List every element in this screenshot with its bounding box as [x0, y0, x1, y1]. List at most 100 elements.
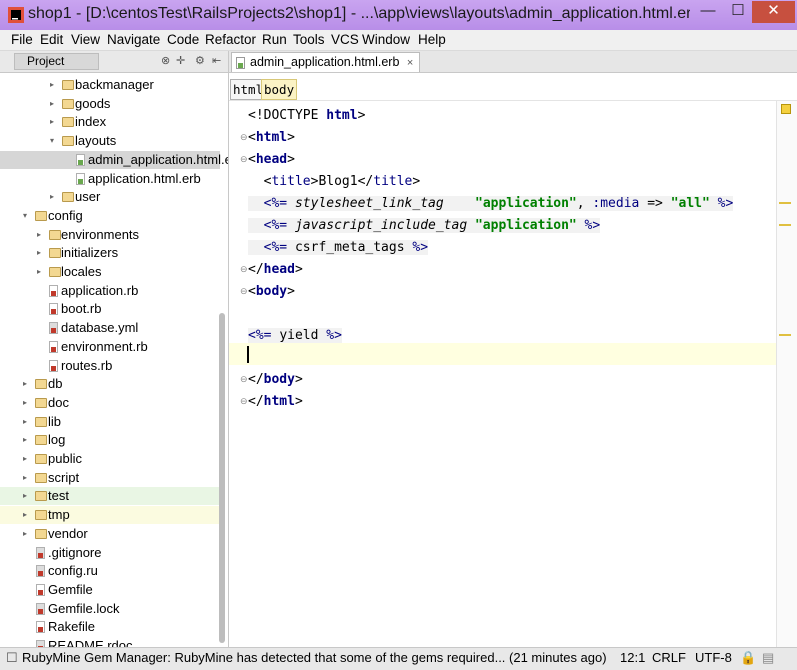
code-editor[interactable]: <!DOCTYPE html> <html> <head> <title>Blog1…: [229, 101, 776, 647]
code-line[interactable]: </html>: [248, 391, 303, 413]
code-line[interactable]: <%= javascript_include_tag "application"…: [248, 215, 601, 237]
status-message[interactable]: RubyMine Gem Manager: RubyMine has detec…: [22, 650, 612, 665]
close-button[interactable]: ✕: [752, 1, 795, 23]
collapsed-arrow-icon[interactable]: ▸: [23, 450, 33, 468]
collapsed-arrow-icon[interactable]: ▸: [50, 76, 60, 94]
collapsed-arrow-icon[interactable]: ▸: [50, 113, 60, 131]
tree-item[interactable]: ▸ tmp: [0, 506, 220, 525]
tree-item[interactable]: config.ru: [0, 562, 220, 580]
event-log-icon[interactable]: ▤: [762, 650, 774, 666]
tree-item[interactable]: ▸ script: [0, 469, 220, 487]
collapsed-arrow-icon[interactable]: ▸: [23, 525, 33, 543]
gear-icon[interactable]: ⚙: [195, 54, 205, 67]
tree-item[interactable]: Gemfile.lock: [0, 600, 220, 618]
tree-item[interactable]: ▸ backmanager: [0, 76, 220, 94]
menu-window[interactable]: Window: [362, 32, 410, 47]
fold-marker-icon[interactable]: ⊖: [240, 155, 248, 164]
breadcrumb-body[interactable]: body: [261, 79, 298, 100]
scroll-to-source-icon[interactable]: ✛: [176, 54, 185, 67]
tree-item[interactable]: environment.rb: [0, 338, 220, 356]
fold-marker-icon[interactable]: ⊖: [240, 265, 248, 274]
warning-mark[interactable]: [779, 224, 791, 226]
tree-item[interactable]: ▸ lib: [0, 413, 220, 431]
tree-item[interactable]: routes.rb: [0, 357, 220, 375]
collapse-icon[interactable]: ⊗: [161, 54, 170, 67]
menu-navigate[interactable]: Navigate: [107, 32, 160, 47]
caret-position[interactable]: 12:1: [620, 650, 645, 665]
lock-icon[interactable]: 🔒: [740, 650, 756, 666]
collapsed-arrow-icon[interactable]: ▸: [37, 244, 47, 262]
minimize-button[interactable]: —: [694, 1, 722, 23]
project-view-selector[interactable]: Project: [14, 53, 100, 70]
hide-icon[interactable]: ⇤: [212, 54, 221, 67]
tree-item[interactable]: ▸ doc: [0, 394, 220, 412]
tree-item[interactable]: ▸ index: [0, 113, 220, 131]
editor-tab-admin-application[interactable]: admin_application.html.erb ×: [231, 52, 421, 72]
collapsed-arrow-icon[interactable]: ▸: [23, 375, 33, 393]
menu-run[interactable]: Run: [262, 32, 287, 47]
tree-item[interactable]: ▸ vendor: [0, 525, 220, 543]
code-line[interactable]: <%= yield %>: [248, 325, 342, 347]
code-line[interactable]: <html>: [248, 127, 295, 149]
code-line[interactable]: </body>: [248, 369, 303, 391]
collapsed-arrow-icon[interactable]: ▸: [37, 263, 47, 281]
fold-marker-icon[interactable]: ⊖: [240, 133, 248, 142]
tree-item[interactable]: database.yml: [0, 319, 220, 337]
fold-marker-icon[interactable]: ⊖: [240, 287, 248, 296]
tree-item[interactable]: ▸ initializers: [0, 244, 220, 262]
code-line[interactable]: <head>: [248, 149, 295, 171]
tree-item[interactable]: admin_application.html.erb: [0, 150, 228, 169]
tree-item[interactable]: README.rdoc: [0, 637, 220, 647]
tree-item[interactable]: ▾ config: [0, 207, 220, 225]
maximize-button[interactable]: ☐: [724, 1, 752, 23]
menu-edit[interactable]: Edit: [40, 32, 63, 47]
tree-item[interactable]: ▾ layouts: [0, 132, 220, 150]
collapsed-arrow-icon[interactable]: ▸: [23, 487, 33, 505]
menu-refactor[interactable]: Refactor: [205, 32, 256, 47]
tree-item[interactable]: ▸ test: [0, 487, 220, 506]
tree-item[interactable]: application.rb: [0, 282, 220, 300]
menu-vcs[interactable]: VCS: [331, 32, 359, 47]
tree-item[interactable]: Rakefile: [0, 618, 220, 636]
expanded-arrow-icon[interactable]: ▾: [50, 132, 60, 150]
tab-close-icon[interactable]: ×: [407, 57, 413, 69]
line-separator[interactable]: CRLF: [652, 650, 686, 665]
code-line[interactable]: </head>: [248, 259, 303, 281]
tree-item[interactable]: .gitignore: [0, 544, 220, 562]
collapsed-arrow-icon[interactable]: ▸: [37, 226, 47, 244]
tree-item[interactable]: ▸ goods: [0, 95, 220, 113]
menu-view[interactable]: View: [71, 32, 100, 47]
warning-mark[interactable]: [779, 202, 791, 204]
tree-item[interactable]: ▸ db: [0, 375, 220, 393]
collapsed-arrow-icon[interactable]: ▸: [23, 431, 33, 449]
menu-code[interactable]: Code: [167, 32, 199, 47]
code-line[interactable]: <title>Blog1</title>: [248, 171, 421, 193]
menu-file[interactable]: File: [11, 32, 33, 47]
warning-mark[interactable]: [779, 334, 791, 336]
fold-marker-icon[interactable]: ⊖: [240, 397, 248, 406]
collapsed-arrow-icon[interactable]: ▸: [23, 469, 33, 487]
tree-item[interactable]: ▸ locales: [0, 263, 220, 281]
tree-item[interactable]: ▸ environments: [0, 226, 220, 244]
file-encoding[interactable]: UTF-8: [695, 650, 732, 665]
collapsed-arrow-icon[interactable]: ▸: [23, 506, 33, 524]
menu-help[interactable]: Help: [418, 32, 446, 47]
collapsed-arrow-icon[interactable]: ▸: [23, 413, 33, 431]
fold-marker-icon[interactable]: ⊖: [240, 375, 248, 384]
collapsed-arrow-icon[interactable]: ▸: [23, 394, 33, 412]
menu-tools[interactable]: Tools: [293, 32, 325, 47]
project-scrollbar[interactable]: [219, 313, 225, 643]
tree-item[interactable]: ▸ public: [0, 450, 220, 468]
analysis-indicator-icon[interactable]: [781, 104, 791, 114]
collapsed-arrow-icon[interactable]: ▸: [50, 188, 60, 206]
tree-item[interactable]: ▸ user: [0, 188, 220, 206]
code-line[interactable]: <%= csrf_meta_tags %>: [248, 237, 429, 259]
code-line[interactable]: <!DOCTYPE html>: [248, 105, 365, 127]
tree-item[interactable]: ▸ log: [0, 431, 220, 449]
expanded-arrow-icon[interactable]: ▾: [23, 207, 33, 225]
code-line[interactable]: <body>: [248, 281, 295, 303]
code-line[interactable]: <%= stylesheet_link_tag "application", :…: [248, 193, 734, 215]
tree-item[interactable]: application.html.erb: [0, 170, 220, 188]
status-toggle-icon[interactable]: ☐: [6, 650, 18, 666]
collapsed-arrow-icon[interactable]: ▸: [50, 95, 60, 113]
